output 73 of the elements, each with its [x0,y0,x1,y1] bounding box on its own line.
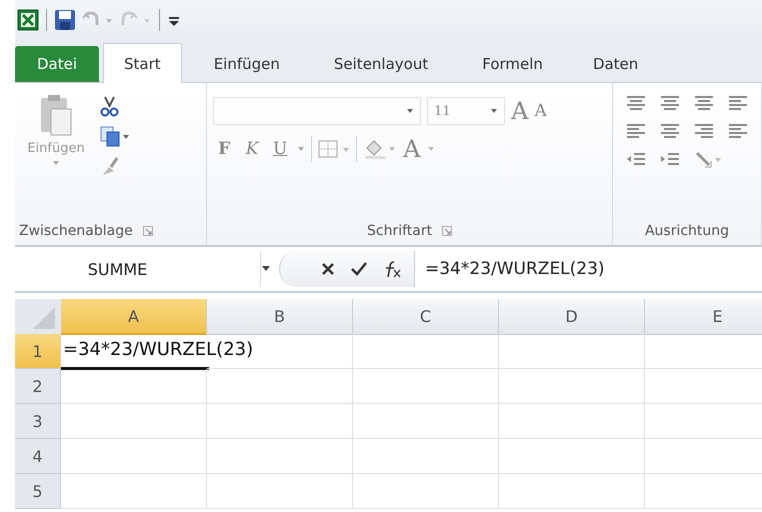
formula-field[interactable]: =34*23/WURZEL(23) [415,251,762,287]
ribbon-tab[interactable]: Start [103,43,182,83]
shrink-font-button[interactable]: A [534,101,547,121]
row-header[interactable]: 2 [15,369,61,404]
save-icon[interactable] [54,9,76,31]
dropdown-icon[interactable] [261,265,271,273]
column-header[interactable]: B [207,299,353,335]
group-title: Zwischenablage [19,223,133,239]
row-header[interactable]: 3 [15,404,61,439]
border-icon[interactable] [318,139,350,159]
sheet-cell[interactable] [207,404,353,439]
underline-button[interactable]: U [269,139,292,159]
bold-button[interactable]: F [213,139,236,159]
sheet-cell[interactable] [499,474,645,509]
sheet-cell[interactable] [353,474,499,509]
cancel-icon[interactable] [320,261,336,277]
sheet-cell[interactable] [61,369,207,404]
row-header[interactable]: 4 [15,439,61,474]
launcher-icon[interactable] [142,226,153,236]
select-all-icon[interactable] [15,299,61,335]
ribbon-tab[interactable]: Formeln [464,46,561,82]
sheet-cell[interactable] [61,474,207,509]
column-header[interactable]: C [353,299,499,335]
copy-icon[interactable] [99,125,129,147]
font-name-field[interactable] [213,97,422,125]
dropdown-icon [406,108,414,114]
cell-text[interactable]: =34*23/WURZEL(23) [63,339,254,360]
center-icon[interactable] [659,121,681,141]
sheet-cell[interactable] [353,369,499,404]
file-tab[interactable]: Datei [15,46,100,82]
column-header[interactable]: E [645,299,762,335]
sheet-cell[interactable] [207,369,353,404]
ribbon-tab[interactable]: Daten [574,46,656,82]
sheet-cell[interactable] [207,439,353,474]
top-align-icon[interactable] [625,93,647,113]
dropdown-icon [297,146,306,152]
sheet-cell[interactable] [61,404,207,439]
name-box[interactable]: SUMME [15,251,261,287]
ribbon-tab[interactable]: Seitenlayout [316,46,446,82]
grow-font-button[interactable]: A [511,97,528,125]
column-header[interactable]: A [61,299,207,335]
column-header[interactable]: D [499,299,645,335]
italic-button[interactable]: K [241,139,264,159]
spreadsheet-icon[interactable] [17,9,39,31]
sheet-cell[interactable] [207,474,353,509]
middle-align-icon[interactable] [659,93,681,113]
dropdown-icon [52,160,60,166]
font-color-button[interactable]: A [403,135,420,163]
sheet-cell[interactable] [353,404,499,439]
enter-icon[interactable] [350,261,368,277]
font-size-field[interactable]: 11 [427,97,506,125]
scissors-icon[interactable] [99,95,119,117]
align-left-icon[interactable] [625,121,647,141]
sheet-cell[interactable] [499,369,645,404]
launcher-icon[interactable] [442,226,452,236]
clipboard-icon [39,93,73,137]
bottom-align-icon[interactable] [693,93,715,113]
group-title: Schriftart [367,223,432,239]
sheet-cell[interactable] [499,439,645,474]
dropdown-icon [490,108,498,114]
sheet-cell[interactable] [499,334,645,369]
align-right-icon[interactable] [693,121,715,141]
group-title: Ausrichtung [644,223,730,239]
fill-color-icon[interactable] [363,138,398,160]
ribbon-tab[interactable]: Einfügen [196,46,298,82]
row-header[interactable]: 5 [15,474,61,509]
sheet-cell[interactable] [353,334,499,369]
sheet-cell[interactable] [353,439,499,474]
row-header[interactable]: 1 [15,334,61,369]
dropdown-icon [426,146,434,152]
sheet-cell[interactable] [61,439,207,474]
orientation-icon[interactable] [693,149,723,169]
sheet-cell[interactable] [499,404,645,439]
